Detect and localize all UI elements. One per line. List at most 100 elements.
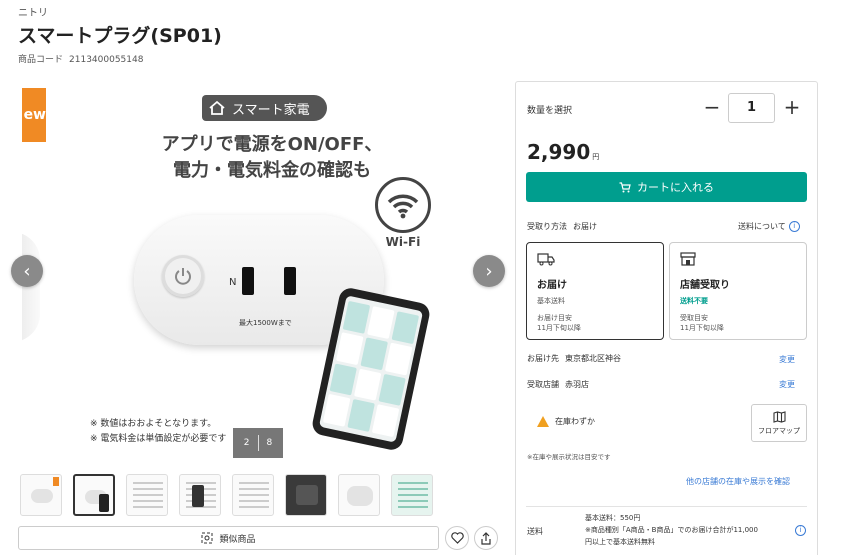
favorite-button[interactable]: [445, 526, 469, 550]
add-to-cart-button[interactable]: カートに入れる: [526, 172, 807, 202]
prev-image-button[interactable]: ‹: [11, 255, 43, 287]
shipping-info-icon[interactable]: i: [795, 525, 806, 536]
quantity-decrement-button[interactable]: −: [701, 94, 723, 120]
home-icon: [209, 100, 225, 115]
thumbnail-strip: [20, 474, 433, 516]
store-pickup-option-card[interactable]: 店舗受取り 送料不要 受取目安 11月下旬以降: [669, 242, 807, 340]
note-rate: ※ 電気料金は単価設定が必要です: [90, 434, 227, 444]
thumbnail[interactable]: [126, 474, 168, 516]
add-to-cart-label: カートに入れる: [637, 181, 714, 194]
shipping-fee-link[interactable]: 送料について i: [738, 221, 800, 232]
delivery-address: お届け先 東京都北区神谷: [527, 353, 621, 364]
delivery-option-eta: お届け目安 11月下旬以降: [537, 313, 653, 333]
product-title: スマートプラグ(SP01): [18, 25, 222, 47]
similar-products-button[interactable]: 類似商品: [18, 526, 439, 550]
quantity-label: 数量を選択: [527, 106, 573, 116]
change-store-link[interactable]: 変更: [779, 379, 795, 390]
wifi-label: Wi-Fi: [385, 235, 421, 249]
hero-headline-line1: アプリで電源をON/OFF、: [161, 134, 383, 155]
share-button[interactable]: [474, 526, 498, 550]
share-icon: [481, 531, 491, 545]
product-code-label: 商品コード: [18, 55, 64, 65]
quantity-input[interactable]: 1: [728, 93, 775, 123]
socket-slot-right: [284, 267, 296, 295]
shipping-label: 送料: [527, 527, 543, 536]
divider: [526, 506, 807, 507]
warning-icon: [537, 416, 549, 427]
delivery-address-label: お届け先: [527, 354, 559, 363]
delivery-option-card[interactable]: お届け 基本送料 お届け目安 11月下旬以降: [526, 242, 664, 340]
wifi-icon: [387, 194, 419, 219]
chevron-left-icon: ‹: [23, 260, 31, 282]
map-icon: [772, 410, 786, 423]
change-address-link[interactable]: 変更: [779, 354, 795, 365]
next-image-button[interactable]: ›: [473, 255, 505, 287]
shipping-condition: ※商品種別「A商品・B商品」でのお届け合計が11,000: [585, 526, 758, 534]
shipping-condition-cont: 円以上で基本送料無料: [585, 538, 655, 546]
cart-icon: [619, 181, 631, 192]
slide-current: 2: [243, 438, 250, 448]
prev-slide-peek: [22, 232, 40, 342]
pickup-store-label: 受取店舗: [527, 380, 559, 389]
receive-method-label: 受取り方法: [527, 222, 567, 231]
price-unit: 円: [592, 153, 600, 161]
thumbnail[interactable]: [391, 474, 433, 516]
thumbnail[interactable]: [338, 474, 380, 516]
price-value: 2,990: [527, 140, 591, 164]
thumbnail[interactable]: [20, 474, 62, 516]
thumbnail[interactable]: [73, 474, 115, 516]
store-eta-label: 受取目安: [680, 314, 708, 322]
slide-counter: 2 8: [233, 428, 283, 458]
thumbnail[interactable]: [179, 474, 221, 516]
truck-icon: [537, 253, 555, 266]
stock-note: ※在庫や展示状況は目安です: [527, 453, 611, 461]
note-values: ※ 数値はおおよそとなります。: [90, 419, 217, 429]
thumbnail[interactable]: [285, 474, 327, 516]
hero-notes: ※ 数値はおおよそとなります。 ※ 電気料金は単価設定が必要です: [90, 417, 226, 447]
neutral-label: N: [229, 277, 237, 288]
price: 2,990 円: [527, 140, 599, 164]
receive-method: 受取り方法 お届け: [527, 221, 597, 232]
delivery-eta-label: お届け目安: [537, 314, 572, 322]
power-icon: [162, 255, 204, 297]
delivery-eta-value: 11月下旬以降: [537, 324, 581, 332]
pickup-store-value: 赤羽店: [565, 380, 589, 389]
store-icon: [680, 252, 696, 266]
shipping-fee-label: 送料について: [738, 222, 786, 231]
shipping-basic: 基本送料：550円: [585, 514, 641, 522]
slide-total: 8: [266, 438, 273, 448]
other-stores-link[interactable]: 他の店舗の在庫や展示を確認: [686, 476, 790, 487]
app-screen: [318, 295, 424, 443]
delivery-address-value: 東京都北区神谷: [565, 354, 621, 363]
max-wattage-label: 最大1500Wまで: [239, 319, 292, 327]
pickup-store: 受取店舗 赤羽店: [527, 379, 589, 390]
wifi-badge: Wi-Fi: [374, 177, 432, 249]
store-pickup-eta: 受取目安 11月下旬以降: [680, 313, 796, 333]
new-tag: ew: [22, 88, 46, 142]
floor-map-label: フロアマップ: [758, 426, 800, 435]
purchase-panel: 数量を選択 − 1 + 2,990 円 カートに入れる 受取り方法 お届け 送料につ…: [515, 81, 818, 555]
stock-status-label: 在庫わずか: [555, 417, 595, 426]
shipping-details: 基本送料：550円 ※商品種別「A商品・B商品」でのお届け合計が11,000 円…: [585, 512, 790, 548]
image-search-icon: [201, 532, 213, 544]
heart-icon: [450, 532, 464, 544]
store-pickup-sub: 送料不要: [680, 297, 708, 305]
socket-slot-left: [242, 267, 254, 295]
product-code: 商品コード 2113400055148: [18, 52, 143, 65]
floor-map-button[interactable]: フロアマップ: [751, 404, 807, 442]
chevron-right-icon: ›: [485, 260, 493, 282]
similar-products-label: 類似商品: [219, 534, 256, 545]
delivery-option-sub: 基本送料: [537, 297, 565, 305]
stock-status: 在庫わずか: [537, 416, 595, 427]
smart-appliance-label: スマート家電: [232, 102, 310, 118]
brand-name[interactable]: ニトリ: [18, 4, 48, 19]
product-code-value: 2113400055148: [69, 55, 144, 65]
product-main-image: ew スマート家電 アプリで電源をON/OFF、 電力・電気料金の確認も Wi-…: [22, 82, 482, 462]
thumbnail[interactable]: [232, 474, 274, 516]
delivery-option-title: お届け: [537, 280, 567, 291]
store-eta-value: 11月下旬以降: [680, 324, 724, 332]
store-pickup-title: 店舗受取り: [680, 280, 730, 291]
receive-method-value: お届け: [573, 222, 597, 231]
quantity-increment-button[interactable]: +: [781, 94, 803, 120]
info-icon: i: [788, 221, 800, 232]
